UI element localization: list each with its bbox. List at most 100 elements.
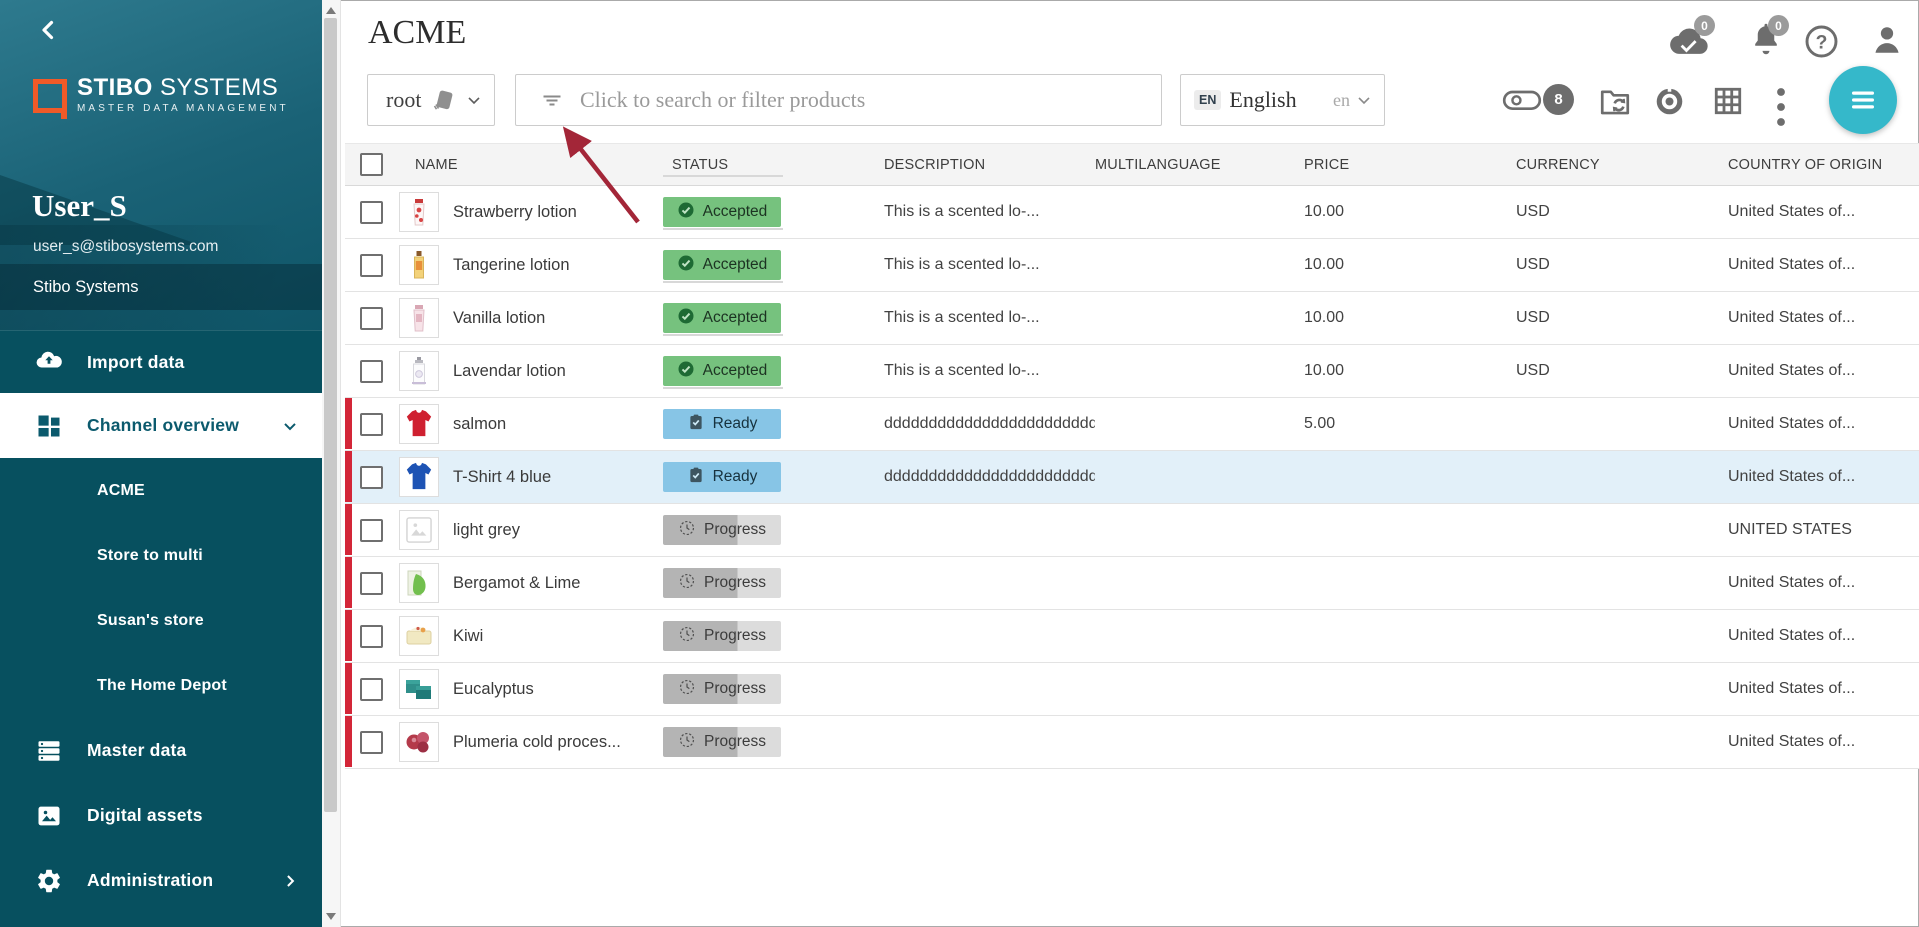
sidebar-item-import-data[interactable]: Import data bbox=[0, 331, 322, 393]
status-label: Accepted bbox=[703, 256, 768, 274]
organization-name: Stibo Systems bbox=[33, 278, 138, 297]
country-cell: United States of... bbox=[1728, 627, 1919, 645]
description-cell: ddddddddddddddddddddddddd bbox=[884, 415, 1095, 433]
status-icon bbox=[677, 201, 703, 224]
sidebar-item-digital-assets[interactable]: Digital assets bbox=[0, 783, 322, 848]
sidebar-item-store-to-multi[interactable]: Store to multi bbox=[0, 523, 322, 588]
table-row[interactable]: Strawberry lotion Accepted This is a sce… bbox=[345, 186, 1919, 239]
table-row[interactable]: Plumeria cold proces... Progress United … bbox=[345, 716, 1919, 769]
logo-tagline: MASTER DATA MANAGEMENT bbox=[77, 104, 289, 114]
status-progress-line bbox=[663, 228, 783, 230]
user-avatar-icon[interactable] bbox=[1869, 22, 1905, 58]
row-checkbox[interactable] bbox=[360, 731, 383, 754]
row-checkbox[interactable] bbox=[360, 201, 383, 224]
status-label: Accepted bbox=[703, 203, 768, 221]
product-thumbnail bbox=[399, 722, 439, 762]
table-view-icon[interactable] bbox=[1712, 85, 1744, 117]
column-header-currency[interactable]: CURRENCY bbox=[1516, 157, 1728, 173]
root-selector-label: root bbox=[386, 87, 421, 113]
price-cell: 10.00 bbox=[1304, 256, 1516, 274]
preview-eye-icon[interactable] bbox=[1653, 85, 1686, 118]
column-header-country[interactable]: COUNTRY OF ORIGIN bbox=[1728, 157, 1919, 173]
status-label: Accepted bbox=[703, 362, 768, 380]
product-name: T-Shirt 4 blue bbox=[453, 468, 551, 487]
column-header-status[interactable]: STATUS bbox=[663, 157, 884, 173]
table-row[interactable]: Lavendar lotion Accepted This is a scent… bbox=[345, 345, 1919, 398]
language-selector[interactable]: EN English en bbox=[1180, 74, 1385, 126]
table-row[interactable]: Eucalyptus Progress United States of... bbox=[345, 663, 1919, 716]
price-cell: 10.00 bbox=[1304, 362, 1516, 380]
language-code-badge: EN bbox=[1194, 90, 1221, 110]
folder-sync-icon[interactable] bbox=[1598, 84, 1632, 118]
compare-count-badge: 8 bbox=[1543, 84, 1574, 115]
price-cell: 10.00 bbox=[1304, 309, 1516, 327]
currency-cell: USD bbox=[1516, 309, 1728, 327]
row-checkbox[interactable] bbox=[360, 519, 383, 542]
table-row[interactable]: Tangerine lotion Accepted This is a scen… bbox=[345, 239, 1919, 292]
scroll-down-icon[interactable] bbox=[326, 913, 336, 920]
scrollbar-thumb[interactable] bbox=[324, 18, 337, 812]
description-cell: This is a scented lo-... bbox=[884, 256, 1095, 274]
sidebar-item-the-home-depot[interactable]: The Home Depot bbox=[0, 653, 322, 718]
server-icon bbox=[35, 737, 63, 765]
sidebar-item-susan-s-store[interactable]: Susan's store bbox=[0, 588, 322, 653]
status-badge: Accepted bbox=[663, 250, 781, 280]
sidebar-nav: Import data Channel overview ACME Store … bbox=[0, 330, 322, 927]
language-label: English bbox=[1229, 87, 1296, 113]
column-header-price[interactable]: PRICE bbox=[1304, 157, 1516, 173]
row-checkbox[interactable] bbox=[360, 625, 383, 648]
status-icon bbox=[678, 678, 704, 701]
row-checkbox[interactable] bbox=[360, 254, 383, 277]
row-checkbox[interactable] bbox=[360, 307, 383, 330]
status-icon bbox=[678, 625, 704, 648]
page-title: ACME bbox=[368, 14, 466, 52]
more-options-icon[interactable] bbox=[1775, 86, 1787, 116]
country-cell: UNITED STATES bbox=[1728, 521, 1919, 539]
column-header-name[interactable]: NAME bbox=[395, 157, 663, 173]
sidebar-item-master-data[interactable]: Master data bbox=[0, 718, 322, 783]
select-all-checkbox[interactable] bbox=[360, 153, 383, 176]
table-row[interactable]: salmon Ready ddddddddddddddddddddddddd 5… bbox=[345, 398, 1919, 451]
sidebar-collapse-icon[interactable] bbox=[36, 18, 60, 42]
sidebar-item-acme[interactable]: ACME bbox=[0, 458, 322, 523]
scroll-up-icon[interactable] bbox=[326, 7, 336, 14]
column-header-description[interactable]: DESCRIPTION bbox=[884, 157, 1095, 173]
row-checkbox[interactable] bbox=[360, 572, 383, 595]
product-search-bar[interactable] bbox=[515, 74, 1162, 126]
country-cell: United States of... bbox=[1728, 468, 1919, 486]
row-checkbox[interactable] bbox=[360, 360, 383, 383]
menu-fab-button[interactable] bbox=[1829, 66, 1897, 134]
status-icon bbox=[687, 413, 713, 436]
dashboard-icon bbox=[35, 412, 63, 440]
root-hierarchy-selector[interactable]: root bbox=[367, 74, 495, 126]
table-row[interactable]: Kiwi Progress United States of... bbox=[345, 610, 1919, 663]
compare-toggle-icon[interactable] bbox=[1502, 87, 1542, 114]
table-row[interactable]: Vanilla lotion Accepted This is a scente… bbox=[345, 292, 1919, 345]
description-cell: This is a scented lo-... bbox=[884, 362, 1095, 380]
sidebar-item-administration[interactable]: Administration bbox=[0, 848, 322, 913]
sidebar: STIBO SYSTEMS MASTER DATA MANAGEMENT Use… bbox=[0, 0, 322, 927]
price-cell: 10.00 bbox=[1304, 203, 1516, 221]
chevron-down-icon bbox=[1354, 90, 1374, 110]
sidebar-item-channel-overview[interactable]: Channel overview bbox=[0, 393, 322, 458]
row-checkbox[interactable] bbox=[360, 466, 383, 489]
status-progress-line bbox=[663, 281, 783, 283]
status-icon bbox=[677, 307, 703, 330]
row-checkbox[interactable] bbox=[360, 678, 383, 701]
status-badge: Progress bbox=[663, 515, 781, 545]
search-input[interactable] bbox=[578, 86, 1151, 114]
table-row[interactable]: T-Shirt 4 blue Ready ddddddddddddddddddd… bbox=[345, 451, 1919, 504]
help-icon[interactable]: ? bbox=[1803, 23, 1840, 60]
table-row[interactable]: light grey Progress UNITED STATES bbox=[345, 504, 1919, 557]
logo-mark-icon bbox=[33, 79, 67, 113]
country-cell: United States of... bbox=[1728, 574, 1919, 592]
app-window: STIBO SYSTEMS MASTER DATA MANAGEMENT Use… bbox=[0, 0, 1919, 927]
status-label: Progress bbox=[704, 627, 766, 645]
sidebar-scrollbar[interactable] bbox=[322, 0, 341, 927]
column-header-multilanguage[interactable]: MULTILANGUAGE bbox=[1095, 157, 1304, 173]
row-checkbox[interactable] bbox=[360, 413, 383, 436]
table-row[interactable]: Bergamot & Lime Progress United States o… bbox=[345, 557, 1919, 610]
product-name: Lavendar lotion bbox=[453, 362, 566, 381]
status-label: Accepted bbox=[703, 309, 768, 327]
status-badge: Progress bbox=[663, 621, 781, 651]
